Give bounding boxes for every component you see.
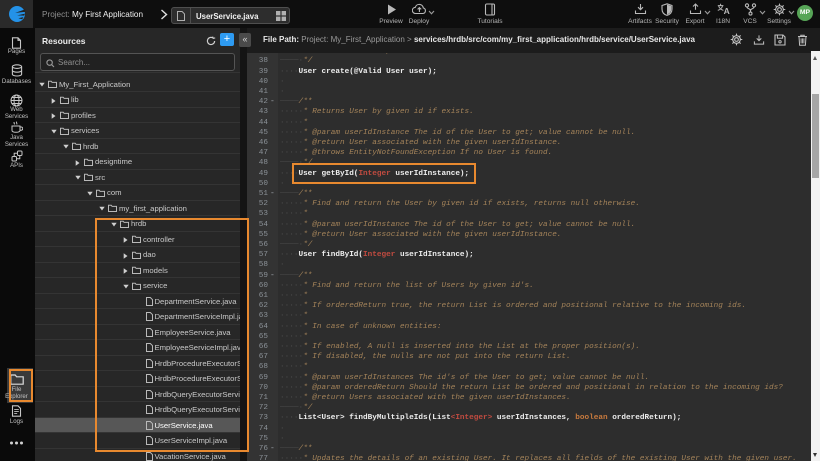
svg-text:A: A xyxy=(723,6,729,15)
